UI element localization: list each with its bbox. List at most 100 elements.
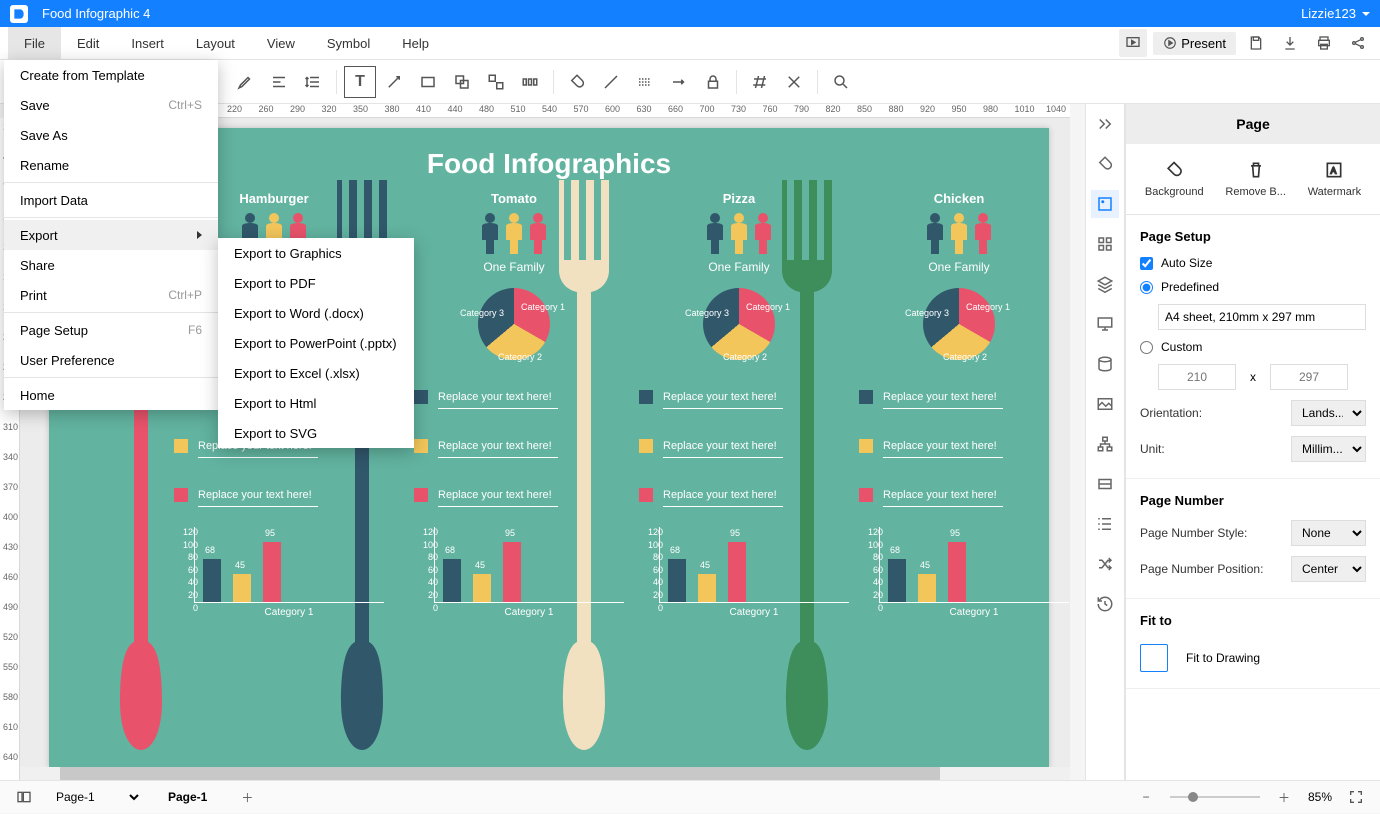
- menu-help[interactable]: Help: [386, 27, 445, 60]
- export-export-to-excel-xlsx-[interactable]: Export to Excel (.xlsx): [218, 358, 414, 388]
- file-menu-home[interactable]: Home: [4, 380, 218, 410]
- present-button[interactable]: Present: [1153, 32, 1236, 55]
- orientation-select[interactable]: Lands...: [1291, 400, 1366, 426]
- pn-pos-select[interactable]: Center: [1291, 556, 1366, 582]
- export-export-to-graphics[interactable]: Export to Graphics: [218, 238, 414, 268]
- file-menu-save[interactable]: SaveCtrl+S: [4, 90, 218, 120]
- right-panel-title: Page: [1126, 104, 1380, 144]
- line-tool-icon[interactable]: [596, 67, 626, 97]
- unit-label: Unit:: [1140, 442, 1283, 456]
- menu-edit[interactable]: Edit: [61, 27, 115, 60]
- arrow-style-icon[interactable]: [664, 67, 694, 97]
- data-icon[interactable]: [1091, 350, 1119, 378]
- add-page-icon[interactable]: ＋: [233, 783, 261, 811]
- shuffle-icon[interactable]: [1091, 550, 1119, 578]
- align-icon[interactable]: [264, 67, 294, 97]
- auto-size-checkbox[interactable]: [1140, 257, 1153, 270]
- page-tab[interactable]: Page-1: [156, 781, 219, 814]
- export-export-to-pdf[interactable]: Export to PDF: [218, 268, 414, 298]
- export-export-to-word-docx-[interactable]: Export to Word (.docx): [218, 298, 414, 328]
- expand-rail-icon[interactable]: [1091, 110, 1119, 138]
- unit-select[interactable]: Millim...: [1291, 436, 1366, 462]
- export-export-to-powerpoint-pptx-[interactable]: Export to PowerPoint (.pptx): [218, 328, 414, 358]
- zoom-in-icon[interactable]: ＋: [1270, 783, 1298, 811]
- watermark-action[interactable]: AWatermark: [1308, 160, 1361, 198]
- share-icon[interactable]: [1344, 29, 1372, 57]
- line-style-icon[interactable]: [630, 67, 660, 97]
- fit-to-heading: Fit to: [1140, 613, 1366, 628]
- menu-insert[interactable]: Insert: [115, 27, 180, 60]
- layers-icon[interactable]: [1091, 270, 1119, 298]
- menu-view[interactable]: View: [251, 27, 311, 60]
- infographic-column[interactable]: ChickenOne FamilyCategory 1Category 2Cat…: [849, 191, 1069, 627]
- image-icon[interactable]: [1091, 390, 1119, 418]
- slideshow-icon[interactable]: [1119, 29, 1147, 57]
- page-select[interactable]: Page-1: [52, 789, 142, 805]
- user-menu[interactable]: Lizzie123: [1301, 6, 1370, 21]
- custom-width-input[interactable]: [1158, 364, 1236, 390]
- predefined-radio[interactable]: [1140, 281, 1153, 294]
- file-menu-rename[interactable]: Rename: [4, 150, 218, 180]
- group-icon[interactable]: [447, 67, 477, 97]
- custom-height-input[interactable]: [1270, 364, 1348, 390]
- infographic-column[interactable]: TomatoOne FamilyCategory 1Category 2Cate…: [404, 191, 624, 627]
- user-name: Lizzie123: [1301, 6, 1356, 21]
- page-setup-heading: Page Setup: [1140, 229, 1366, 244]
- file-menu-print[interactable]: PrintCtrl+P: [4, 280, 218, 310]
- rect-icon[interactable]: [413, 67, 443, 97]
- file-dropdown: Create from TemplateSaveCtrl+SSave AsRen…: [4, 60, 218, 410]
- line-spacing-icon[interactable]: [298, 67, 328, 97]
- history-icon[interactable]: [1091, 590, 1119, 618]
- document-title: Food Infographic 4: [42, 6, 150, 21]
- export-export-to-html[interactable]: Export to Html: [218, 388, 414, 418]
- infographic-column[interactable]: PizzaOne FamilyCategory 1Category 2Categ…: [629, 191, 849, 627]
- sitemap-icon[interactable]: [1091, 430, 1119, 458]
- zoom-out-icon[interactable]: −: [1132, 783, 1160, 811]
- menu-bar: FileEditInsertLayoutViewSymbolHelp Prese…: [0, 27, 1380, 60]
- grid-icon[interactable]: [1091, 230, 1119, 258]
- outline-icon[interactable]: [1091, 510, 1119, 538]
- settings-icon[interactable]: [745, 67, 775, 97]
- presentation-icon[interactable]: [1091, 310, 1119, 338]
- export-export-to-svg[interactable]: Export to SVG: [218, 418, 414, 448]
- file-menu-save-as[interactable]: Save As: [4, 120, 218, 150]
- custom-label: Custom: [1161, 340, 1202, 354]
- ungroup-icon[interactable]: [481, 67, 511, 97]
- fill-color-icon[interactable]: [562, 67, 592, 97]
- remove-bg-action[interactable]: Remove B...: [1225, 160, 1286, 198]
- horizontal-scrollbar[interactable]: [20, 767, 1070, 780]
- file-menu-export[interactable]: Export: [4, 220, 218, 250]
- menu-layout[interactable]: Layout: [180, 27, 251, 60]
- zoom-slider[interactable]: [1170, 796, 1260, 798]
- theme-icon[interactable]: [1091, 150, 1119, 178]
- distribute-icon[interactable]: [515, 67, 545, 97]
- fit-drawing-label[interactable]: Fit to Drawing: [1186, 651, 1260, 665]
- lock-icon[interactable]: [698, 67, 728, 97]
- pn-style-select[interactable]: None: [1291, 520, 1366, 546]
- predefined-value-input[interactable]: [1158, 304, 1366, 330]
- tag-icon[interactable]: [1091, 470, 1119, 498]
- save-icon[interactable]: [1242, 29, 1270, 57]
- title-bar: Food Infographic 4 Lizzie123: [0, 0, 1380, 27]
- file-menu-create-from-template[interactable]: Create from Template: [4, 60, 218, 90]
- zoom-value: 85%: [1308, 790, 1332, 804]
- file-menu-import-data[interactable]: Import Data: [4, 185, 218, 215]
- page-panel-icon[interactable]: [1091, 190, 1119, 218]
- outline-toggle-icon[interactable]: [10, 783, 38, 811]
- file-menu-user-preference[interactable]: User Preference: [4, 345, 218, 375]
- connector-icon[interactable]: [379, 67, 409, 97]
- print-icon[interactable]: [1310, 29, 1338, 57]
- file-menu-page-setup[interactable]: Page SetupF6: [4, 315, 218, 345]
- fit-drawing-icon[interactable]: [1140, 644, 1168, 672]
- background-action[interactable]: Background: [1145, 160, 1204, 198]
- highlight-icon[interactable]: [230, 67, 260, 97]
- download-icon[interactable]: [1276, 29, 1304, 57]
- custom-radio[interactable]: [1140, 341, 1153, 354]
- tools-icon[interactable]: [779, 67, 809, 97]
- search-icon[interactable]: [826, 67, 856, 97]
- menu-symbol[interactable]: Symbol: [311, 27, 386, 60]
- fullscreen-icon[interactable]: [1342, 783, 1370, 811]
- file-menu-share[interactable]: Share: [4, 250, 218, 280]
- text-tool-icon[interactable]: T: [345, 67, 375, 97]
- menu-file[interactable]: File: [8, 27, 61, 60]
